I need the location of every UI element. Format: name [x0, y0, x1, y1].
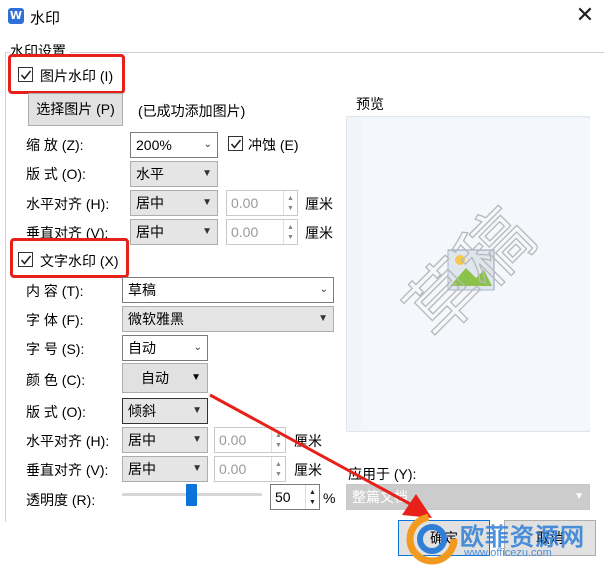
site-logo-icon — [406, 513, 458, 565]
site-logo-overlay: 欧菲资源网 www.officezu.com — [404, 511, 608, 566]
site-url-text: www.officezu.com — [464, 547, 552, 559]
annotation-arrow — [209, 393, 432, 518]
